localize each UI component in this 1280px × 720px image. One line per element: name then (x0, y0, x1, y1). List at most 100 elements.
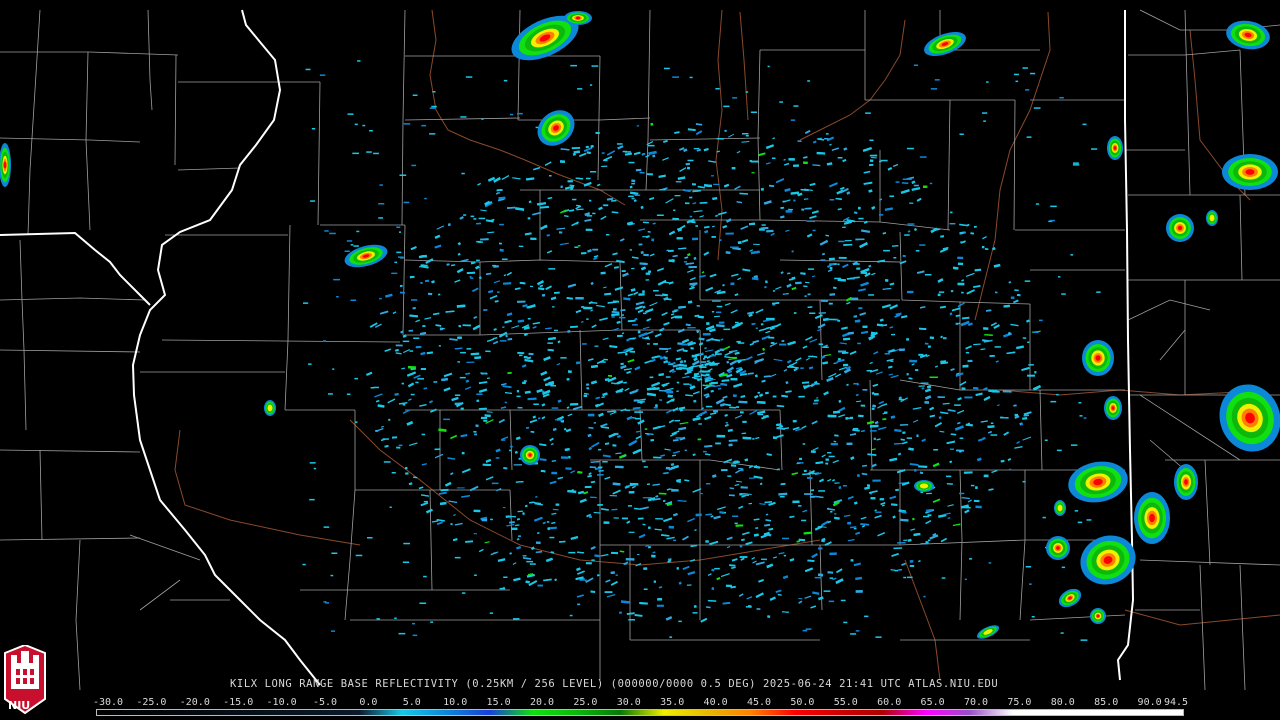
echo (538, 417, 541, 420)
echo (546, 521, 550, 523)
echo (415, 381, 419, 384)
echo (732, 394, 737, 398)
echo (941, 577, 946, 579)
echo (411, 299, 418, 301)
echo (719, 511, 725, 514)
echo (638, 293, 645, 296)
echo (619, 316, 626, 319)
echo (729, 406, 737, 409)
echo (779, 496, 785, 498)
echo (656, 214, 664, 216)
echo (516, 395, 521, 398)
scale-label: 55.0 (833, 697, 858, 708)
echo (1013, 73, 1019, 76)
scale-label: 40.0 (703, 697, 728, 708)
scale-label: 30.0 (616, 697, 641, 708)
echo (638, 243, 643, 246)
scale-label: -30.0 (92, 697, 124, 708)
scale-label: 60.0 (877, 697, 902, 708)
echo (628, 531, 635, 533)
echo (1025, 566, 1032, 568)
echo (689, 215, 693, 218)
echo (825, 462, 829, 465)
scale-label: 65.0 (920, 697, 945, 708)
echo (919, 244, 926, 246)
echo (526, 426, 530, 429)
echo (656, 604, 664, 607)
echo (731, 166, 736, 170)
echo (402, 561, 410, 563)
echo (632, 324, 638, 326)
echo (311, 128, 316, 130)
echo (498, 196, 506, 200)
echo (1091, 148, 1098, 150)
echo (323, 601, 327, 603)
echo (523, 355, 528, 359)
echo (570, 402, 579, 406)
echo (828, 257, 835, 261)
scale-label: 94.5 (1163, 697, 1189, 708)
echo (1060, 632, 1064, 634)
echo (929, 376, 938, 379)
echo (838, 256, 847, 259)
echo (659, 399, 663, 401)
echo (1039, 319, 1043, 322)
echo (598, 466, 603, 468)
echo (659, 189, 666, 191)
echo (513, 618, 520, 620)
scale-label: -20.0 (179, 697, 210, 708)
echo (332, 368, 335, 370)
echo (628, 619, 635, 621)
echo (584, 485, 592, 489)
echo (728, 494, 735, 497)
echo (676, 367, 682, 370)
echo (589, 515, 593, 519)
echo (399, 174, 407, 176)
echo (735, 321, 739, 324)
echo (396, 251, 402, 254)
echo (711, 236, 716, 238)
echo (711, 311, 715, 313)
echo (883, 249, 890, 252)
echo (630, 338, 635, 340)
echo (405, 466, 408, 470)
echo (715, 88, 720, 90)
echo (585, 562, 592, 565)
echo (645, 279, 650, 281)
echo (761, 224, 766, 226)
echo (1027, 341, 1030, 343)
echo (537, 584, 543, 587)
echo (489, 612, 493, 614)
echo (847, 521, 852, 525)
echo (915, 369, 919, 371)
echo (498, 242, 503, 245)
echo (509, 449, 512, 452)
echo (481, 118, 484, 120)
echo (466, 348, 472, 350)
storm-cell (1107, 136, 1123, 160)
echo (946, 475, 952, 478)
echo (675, 437, 682, 439)
scale-label: 85.0 (1094, 697, 1119, 708)
echo (827, 571, 834, 574)
echo (688, 266, 697, 269)
echo (499, 587, 506, 590)
echo (929, 336, 935, 340)
echo (547, 342, 553, 344)
echo (483, 309, 488, 311)
echo (511, 527, 518, 530)
echo (745, 91, 749, 93)
echo (933, 449, 939, 451)
echo (668, 525, 675, 529)
echo (350, 244, 354, 246)
echo (738, 400, 748, 404)
echo (725, 232, 734, 235)
echo (871, 407, 875, 411)
echo (577, 88, 583, 90)
echo (329, 232, 336, 235)
echo (772, 395, 777, 398)
echo (509, 445, 513, 448)
echo (549, 536, 555, 539)
echo (1072, 164, 1080, 166)
echo (598, 448, 602, 451)
